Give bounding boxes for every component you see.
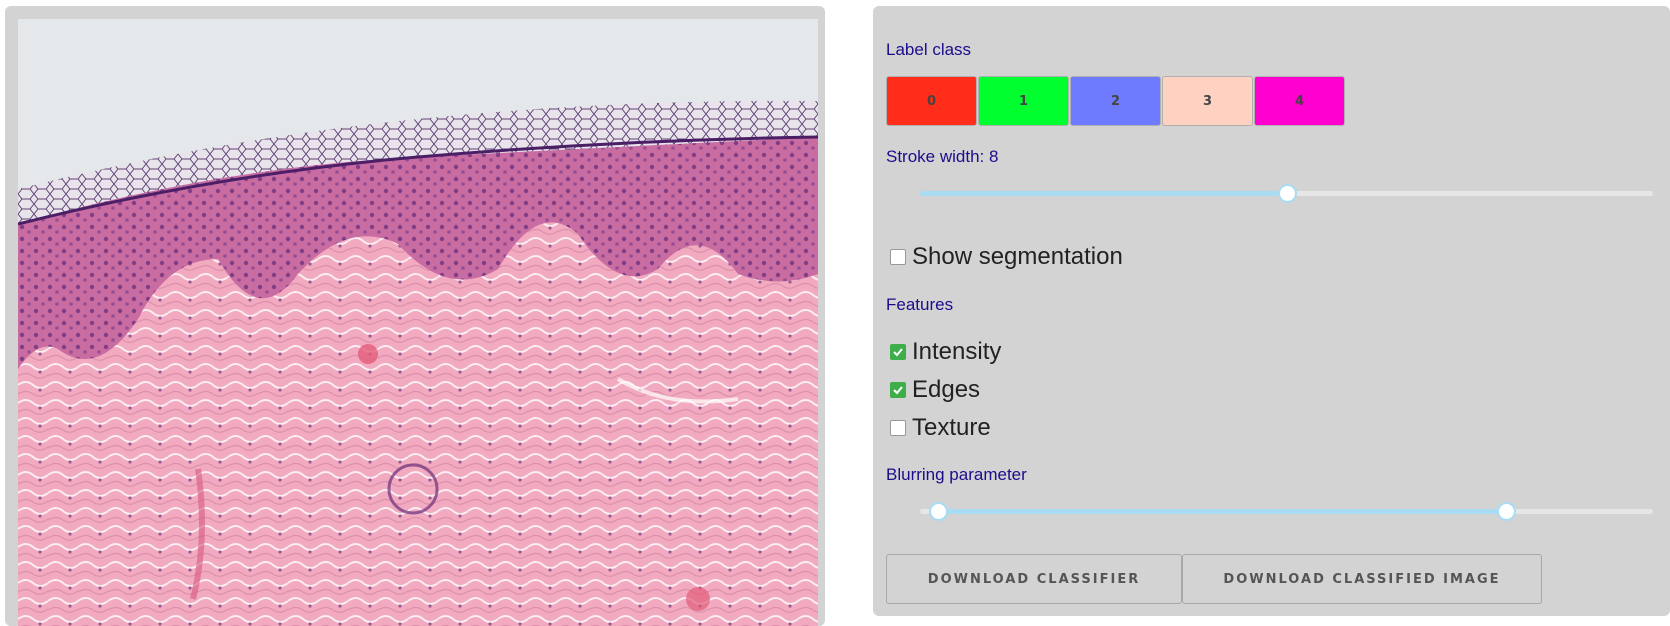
annotation-canvas[interactable]	[18, 19, 818, 626]
label-class-4-button[interactable]: 4	[1254, 76, 1345, 126]
slider-fill	[920, 191, 1287, 196]
label-class-3-button[interactable]: 3	[1162, 76, 1253, 126]
feature-intensity[interactable]: Intensity	[890, 338, 1001, 366]
blurring-parameter-title: Blurring parameter	[886, 465, 1027, 484]
show-segmentation-checkbox[interactable]	[890, 249, 906, 265]
download-classifier-button[interactable]: DOWNLOAD CLASSIFIER	[886, 554, 1182, 604]
stroke-width-label: Stroke width: 8	[886, 147, 999, 166]
label-class-1-button[interactable]: 1	[978, 76, 1069, 126]
texture-checkbox[interactable]	[890, 420, 906, 436]
texture-label: Texture	[912, 414, 991, 441]
label-class-buttons: 0 1 2 3 4	[886, 76, 1345, 126]
edges-checkbox[interactable]	[890, 382, 906, 398]
histology-image	[18, 19, 818, 626]
stroke-width-slider[interactable]	[920, 182, 1653, 204]
label-class-2-button[interactable]: 2	[1070, 76, 1161, 126]
label-class-title: Label class	[886, 40, 972, 59]
download-classified-image-button[interactable]: DOWNLOAD CLASSIFIED IMAGE	[1182, 554, 1542, 604]
feature-texture[interactable]: Texture	[890, 414, 991, 442]
edges-label: Edges	[912, 376, 981, 403]
label-class-0-button[interactable]: 0	[886, 76, 977, 126]
slider-handle[interactable]	[1277, 184, 1297, 203]
show-segmentation-label: Show segmentation	[912, 243, 1123, 270]
slider-fill	[938, 509, 1507, 514]
feature-edges[interactable]: Edges	[890, 376, 980, 404]
control-panel: Label class 0 1 2 3 4 Stroke width: 8 Sh…	[873, 6, 1670, 616]
slider-low-handle[interactable]	[929, 502, 949, 521]
slider-high-handle[interactable]	[1497, 502, 1517, 521]
image-panel	[5, 6, 825, 626]
features-title: Features	[886, 295, 954, 314]
show-segmentation-toggle[interactable]: Show segmentation	[890, 243, 1123, 271]
blurring-range-slider[interactable]	[920, 500, 1653, 522]
intensity-label: Intensity	[912, 338, 1002, 365]
intensity-checkbox[interactable]	[890, 344, 906, 360]
